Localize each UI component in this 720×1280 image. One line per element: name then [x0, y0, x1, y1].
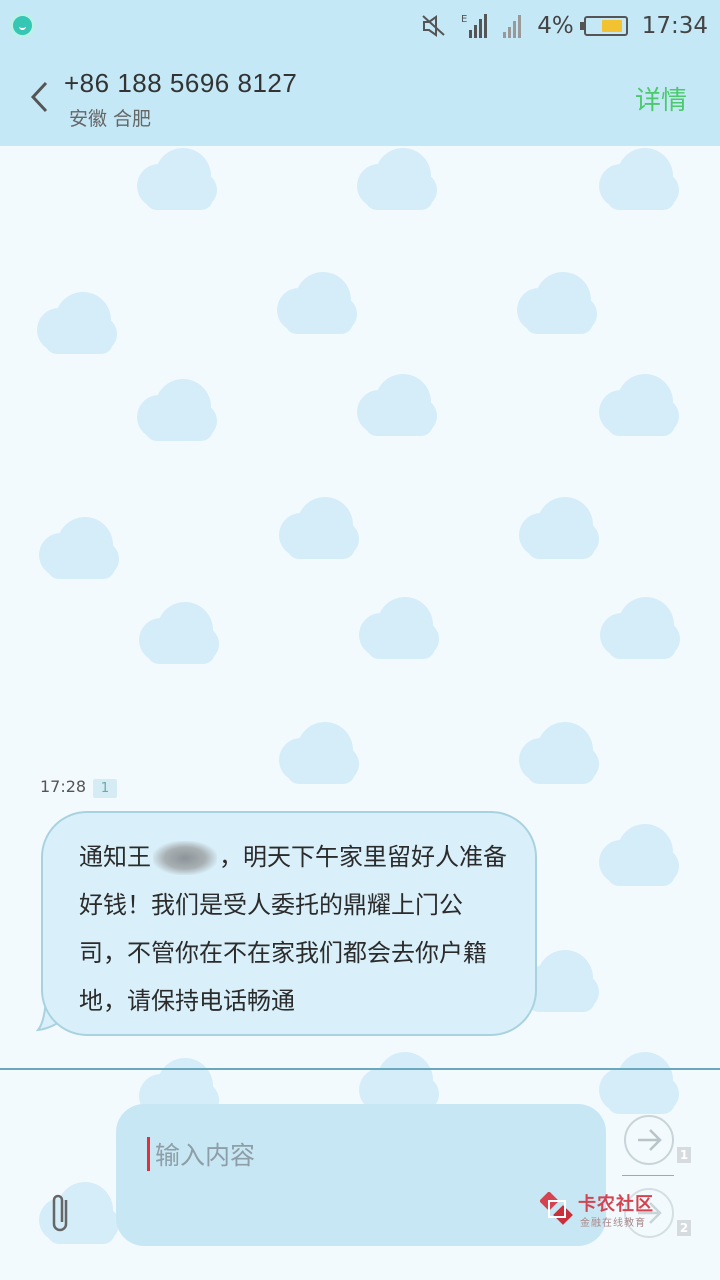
message-timestamp: 17:28: [40, 777, 87, 796]
contact-location: 安徽 合肥: [69, 108, 152, 130]
conversation-header: +86 188 5696 8127 安徽 合肥 详情: [0, 52, 720, 146]
watermark-subtitle: 金融在线教育: [580, 1218, 646, 1229]
signal-e-icon: E: [461, 14, 488, 38]
send-separator: [622, 1175, 674, 1176]
svg-text:E: E: [461, 14, 467, 25]
mute-icon: [422, 15, 445, 37]
send-sim1-button[interactable]: [624, 1115, 674, 1165]
message-bubble[interactable]: 通知王 ，明天下午家里留好人准备好钱！我们是受人委托的鼎耀上门公司，不管你在不在家…: [41, 811, 537, 1036]
message-text: 通知王 ，明天下午家里留好人准备好钱！我们是受人委托的鼎耀上门公司，不管你在不在家…: [79, 833, 509, 1025]
clock: 17:34: [641, 13, 708, 39]
send-arrow-icon: [638, 1129, 662, 1151]
sim-badge: 1: [93, 779, 117, 798]
watermark: 卡农社区 金融在线教育: [540, 1190, 662, 1230]
message-input-placeholder: 输入内容: [155, 1141, 256, 1170]
back-arrow-icon[interactable]: [20, 77, 60, 117]
text-cursor: [147, 1137, 150, 1171]
battery-percent: 4%: [537, 13, 574, 39]
sim2-label: 2: [677, 1220, 691, 1236]
signal-icon: [503, 15, 522, 38]
details-button[interactable]: 详情: [635, 80, 687, 117]
sim1-label: 1: [677, 1147, 691, 1163]
watermark-title: 卡农社区: [578, 1194, 654, 1215]
status-bar: E 4% 17:34: [0, 0, 720, 52]
composer-divider: [0, 1068, 720, 1070]
status-icons: E 4% 17:34: [407, 8, 708, 44]
contact-phone-number: +86 188 5696 8127: [64, 68, 298, 98]
app-smile-icon: [10, 13, 35, 38]
battery-icon: [579, 16, 628, 36]
message-text-start: 通知王: [79, 843, 151, 871]
message-input[interactable]: [116, 1104, 606, 1246]
watermark-logo-icon: [540, 1192, 573, 1225]
attachment-icon[interactable]: [46, 1190, 76, 1236]
redacted-name: [153, 841, 217, 875]
